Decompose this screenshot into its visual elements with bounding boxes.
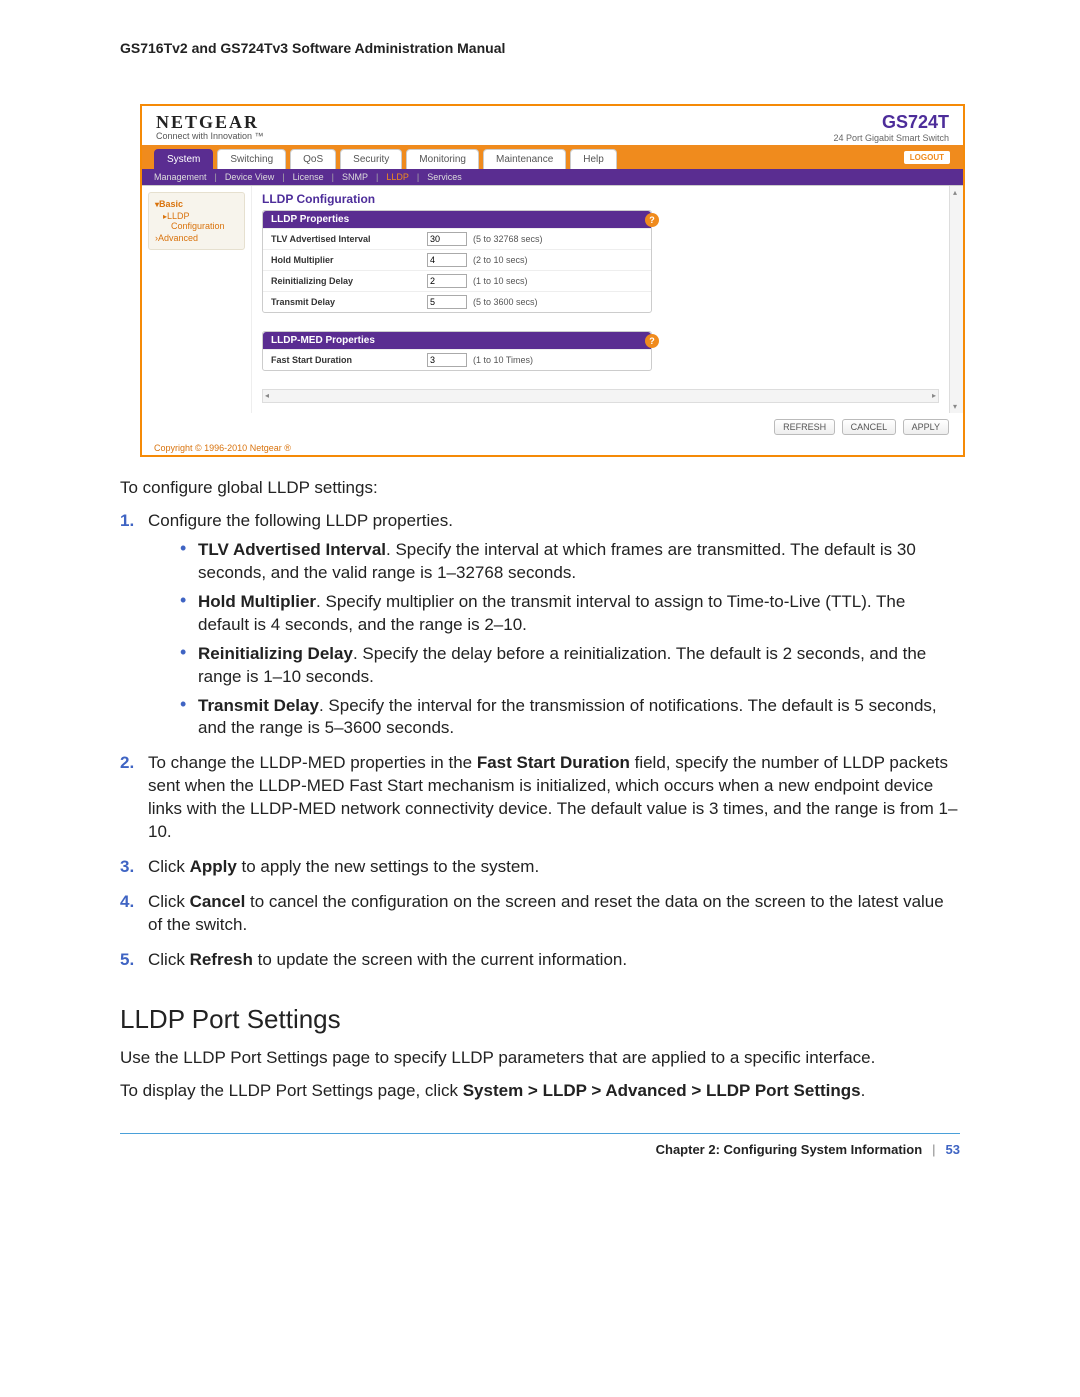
transmit-delay-input[interactable] [427,295,467,309]
tab-system[interactable]: System [154,149,213,169]
side-basic[interactable]: Basic [155,199,238,209]
bullet-1: TLV Advertised Interval. Specify the int… [180,539,960,585]
tab-maintenance[interactable]: Maintenance [483,149,566,169]
cancel-button[interactable]: CANCEL [842,419,897,435]
lldp-properties-box: LLDP Properties ? TLV Advertised Interva… [262,210,652,313]
model-sub: 24 Port Gigabit Smart Switch [833,133,949,143]
footer-rule [120,1133,960,1134]
side-menu: Basic LLDP Configuration Advanced [142,186,252,413]
reinit-delay-input[interactable] [427,274,467,288]
tab-help[interactable]: Help [570,149,617,169]
bullet-3: Reinitializing Delay. Specify the delay … [180,643,960,689]
row-label: Hold Multiplier [271,255,421,265]
model-name: GS724T [833,112,949,133]
row-hint: (2 to 10 secs) [473,255,528,265]
footer-page-number: 53 [946,1142,960,1157]
help-icon[interactable]: ? [645,213,659,227]
row-label: Fast Start Duration [271,355,421,365]
horizontal-scrollbar[interactable]: ◂▸ [262,389,939,403]
row-label: TLV Advertised Interval [271,234,421,244]
action-row: REFRESH CANCEL APPLY [142,413,963,441]
side-advanced[interactable]: Advanced [155,233,238,243]
logo-area: NETGEAR Connect with Innovation ™ [156,112,264,141]
row-label: Transmit Delay [271,297,421,307]
step-5: 5. Click Refresh to update the screen wi… [120,949,960,972]
row-hint: (1 to 10 secs) [473,276,528,286]
apply-button[interactable]: APPLY [903,419,949,435]
page-footer: Chapter 2: Configuring System Informatio… [0,1142,1080,1157]
side-lldp[interactable]: LLDP [163,211,238,221]
hold-multiplier-input[interactable] [427,253,467,267]
lldp-props-header: LLDP Properties ? [263,211,651,228]
section-p1: Use the LLDP Port Settings page to speci… [120,1047,960,1070]
tab-switching[interactable]: Switching [217,149,286,169]
row-hint: (5 to 3600 secs) [473,297,538,307]
model-area: GS724T 24 Port Gigabit Smart Switch [833,112,949,143]
subnav-snmp[interactable]: SNMP [342,172,368,182]
bullet-2: Hold Multiplier. Specify multiplier on t… [180,591,960,637]
row-label: Reinitializing Delay [271,276,421,286]
logout-button[interactable]: LOGOUT [903,150,951,165]
tab-security[interactable]: Security [340,149,402,169]
vertical-scrollbar[interactable] [949,186,963,413]
row-hint: (5 to 32768 secs) [473,234,543,244]
side-config[interactable]: Configuration [171,221,238,231]
tlv-interval-input[interactable] [427,232,467,246]
lldp-med-properties-box: LLDP-MED Properties ? Fast Start Duratio… [262,331,652,371]
footer-sep: | [932,1142,935,1157]
step-2: 2. To change the LLDP-MED properties in … [120,752,960,844]
brand-logo: NETGEAR [156,112,264,133]
row-hint: (1 to 10 Times) [473,355,533,365]
subnav-license[interactable]: License [293,172,324,182]
main-tabs: System Switching QoS Security Monitoring… [142,145,963,169]
lldp-med-header: LLDP-MED Properties ? [263,332,651,349]
tab-monitoring[interactable]: Monitoring [406,149,479,169]
subnav: Management| Device View| License| SNMP| … [142,169,963,185]
subnav-deviceview[interactable]: Device View [225,172,274,182]
tab-qos[interactable]: QoS [290,149,336,169]
step-1: 1. Configure the following LLDP properti… [120,510,960,740]
page-header: GS716Tv2 and GS724Tv3 Software Administr… [0,40,1080,74]
subnav-management[interactable]: Management [154,172,207,182]
fast-start-input[interactable] [427,353,467,367]
help-icon[interactable]: ? [645,334,659,348]
netgear-screenshot: NETGEAR Connect with Innovation ™ GS724T… [140,104,965,457]
main-panel: LLDP Configuration LLDP Properties ? TLV… [252,186,963,413]
section-p2: To display the LLDP Port Settings page, … [120,1080,960,1103]
brand-slogan: Connect with Innovation ™ [156,131,264,141]
bullet-4: Transmit Delay. Specify the interval for… [180,695,960,741]
document-body: To configure global LLDP settings: 1. Co… [0,477,1080,1103]
footer-chapter: Chapter 2: Configuring System Informatio… [656,1142,923,1157]
step-3: 3. Click Apply to apply the new settings… [120,856,960,879]
subnav-lldp[interactable]: LLDP [386,172,409,182]
section-heading: LLDP Port Settings [120,1002,960,1037]
step-4: 4. Click Cancel to cancel the configurat… [120,891,960,937]
refresh-button[interactable]: REFRESH [774,419,835,435]
subnav-services[interactable]: Services [427,172,462,182]
intro-text: To configure global LLDP settings: [120,477,960,500]
panel-title: LLDP Configuration [262,192,953,206]
copyright-text: Copyright © 1996-2010 Netgear ® [142,441,963,455]
